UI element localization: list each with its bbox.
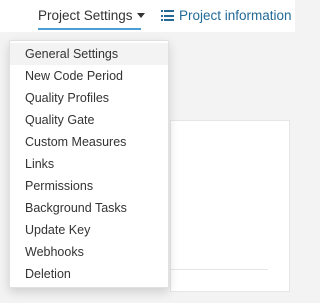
project-information-link[interactable]: Project information	[161, 8, 292, 24]
background-panel	[170, 120, 290, 292]
project-settings-label: Project Settings	[38, 8, 133, 23]
project-settings-dropdown: General Settings New Code Period Quality…	[9, 40, 169, 288]
menu-item-links[interactable]: Links	[10, 153, 168, 175]
project-information-label: Project information	[179, 8, 292, 23]
menu-item-update-key[interactable]: Update Key	[10, 219, 168, 241]
list-icon	[161, 10, 174, 21]
menu-item-quality-profiles[interactable]: Quality Profiles	[10, 87, 168, 109]
menu-item-quality-gate[interactable]: Quality Gate	[10, 109, 168, 131]
caret-down-icon	[136, 13, 145, 18]
menu-item-general-settings[interactable]: General Settings	[10, 43, 168, 65]
menu-item-webhooks[interactable]: Webhooks	[10, 241, 168, 263]
active-tab-underline	[38, 28, 141, 30]
menu-item-permissions[interactable]: Permissions	[10, 175, 168, 197]
project-navbar: Project Settings Project information	[0, 0, 295, 32]
menu-item-new-code-period[interactable]: New Code Period	[10, 65, 168, 87]
project-settings-menu-button[interactable]: Project Settings	[38, 8, 145, 30]
menu-item-custom-measures[interactable]: Custom Measures	[10, 131, 168, 153]
menu-item-deletion[interactable]: Deletion	[10, 263, 168, 285]
background-divider	[170, 269, 268, 270]
menu-item-background-tasks[interactable]: Background Tasks	[10, 197, 168, 219]
